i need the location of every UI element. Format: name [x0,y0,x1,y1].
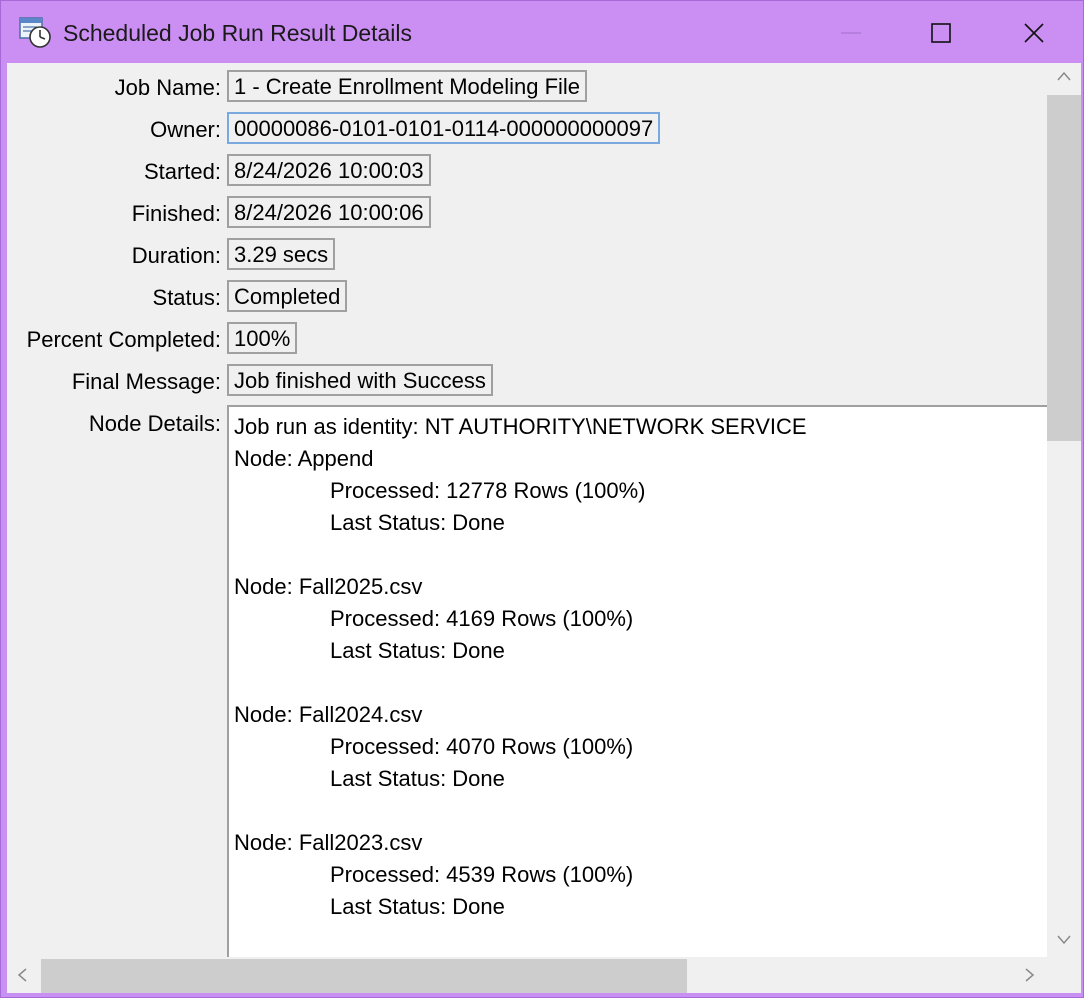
status-field[interactable]: Completed [227,280,348,312]
node-processed: Processed: 12778 Rows (100%) [330,478,646,503]
percent-completed-label: Percent Completed: [26,327,221,352]
node-name: Node: Fall2025.csv [234,574,423,599]
node-processed: Processed: 4070 Rows (100%) [330,734,634,759]
window-title: Scheduled Job Run Result Details [63,20,413,46]
final-message-label: Final Message: [71,369,221,394]
vertical-scrollbar[interactable] [1047,63,1081,957]
node-name: Node: Append [234,446,374,471]
close-button[interactable] [989,1,1081,63]
job-name-field[interactable]: 1 - Create Enrollment Modeling File [227,70,588,102]
maximize-button[interactable] [897,1,989,63]
node-details-textbox[interactable]: Job run as identity: NT AUTHORITY\NETWOR… [227,405,1052,965]
job-run-details-window: Scheduled Job Run Result Details Job Nam… [0,0,1084,998]
owner-field[interactable]: 00000086-0101-0101-0114-000000000097 [227,112,661,144]
finished-field[interactable]: 8/24/2026 10:00:06 [227,196,431,228]
vertical-scroll-thumb[interactable] [1047,95,1081,441]
node-status: Last Status: Done [330,510,505,535]
duration-field[interactable]: 3.29 secs [227,238,336,270]
details-panel: Job Name: 1 - Create Enrollment Modeling… [7,63,1081,993]
horizontal-scrollbar[interactable] [7,957,1047,993]
node-processed: Processed: 4169 Rows (100%) [330,606,634,631]
title-bar[interactable]: Scheduled Job Run Result Details [1,1,1083,63]
node-status: Last Status: Done [330,766,505,791]
node-details-label: Node Details: [88,411,221,436]
node-name: Node: Fall2023.csv [234,830,423,855]
started-field[interactable]: 8/24/2026 10:00:03 [227,154,431,186]
scheduled-job-icon [19,17,51,48]
owner-label: Owner: [150,117,221,142]
scroll-up-icon[interactable] [1057,71,1071,81]
final-message-field[interactable]: Job finished with Success [227,364,493,396]
node-status: Last Status: Done [330,638,505,663]
minimize-button[interactable] [805,1,897,63]
node-status: Last Status: Done [330,894,505,919]
scroll-right-icon[interactable] [1025,968,1035,982]
horizontal-scroll-thumb[interactable] [41,959,687,993]
duration-label: Duration: [131,243,221,268]
scrollbar-corner [1047,957,1081,993]
scroll-left-icon[interactable] [17,968,27,982]
started-label: Started: [143,159,221,184]
node-processed: Processed: 4539 Rows (100%) [330,862,634,887]
status-label: Status: [152,285,221,310]
percent-completed-field[interactable]: 100% [227,322,298,354]
job-name-label: Job Name: [114,75,221,100]
close-icon [1024,23,1044,43]
maximize-icon [931,23,951,43]
finished-label: Finished: [131,201,221,226]
minimize-icon [841,32,861,34]
node-name: Node: Fall2024.csv [234,702,423,727]
scroll-down-icon[interactable] [1057,935,1071,945]
identity-line: Job run as identity: NT AUTHORITY\NETWOR… [234,414,807,439]
